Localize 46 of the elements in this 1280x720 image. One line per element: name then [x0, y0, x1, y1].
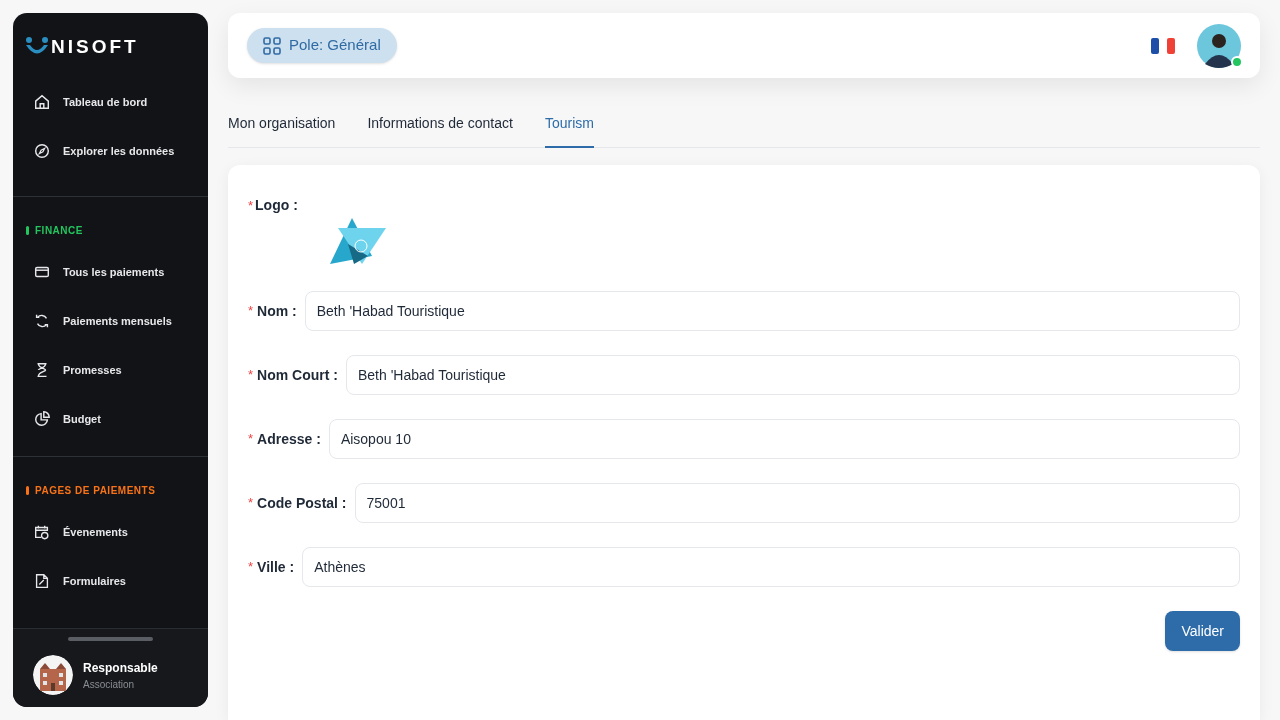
- sidebar-item[interactable]: Formulaires: [23, 562, 198, 600]
- tab[interactable]: Informations de contact: [367, 113, 513, 148]
- required-asterisk: *: [248, 494, 254, 513]
- sidebar-item[interactable]: Budget: [23, 400, 198, 438]
- pie-chart-icon: [33, 410, 51, 428]
- sidebar-item[interactable]: Explorer les données: [23, 132, 198, 170]
- text-input[interactable]: Beth 'Habad Touristique: [304, 291, 1240, 331]
- field-label: Nom :: [257, 301, 297, 321]
- field-label: Ville :: [257, 557, 295, 577]
- field-label: Nom Court :: [257, 365, 338, 385]
- validate-button[interactable]: Valider: [1165, 611, 1240, 651]
- required-asterisk: *: [248, 302, 254, 321]
- required-asterisk: *: [248, 197, 254, 215]
- required-asterisk: *: [248, 558, 254, 577]
- sidebar-item[interactable]: Évenements: [23, 513, 198, 551]
- refresh-icon: [33, 312, 51, 330]
- pole-selector[interactable]: Pole: Général: [247, 28, 397, 63]
- scroll-handle[interactable]: [68, 637, 153, 641]
- text-input[interactable]: 75001: [354, 483, 1240, 523]
- field-label: Adresse :: [257, 429, 321, 449]
- required-asterisk: *: [248, 366, 254, 385]
- brand-name: NISOFT: [51, 35, 139, 59]
- field-label: Logo :: [255, 196, 298, 215]
- sidebar-item[interactable]: Promesses: [23, 351, 198, 389]
- grid-icon: [263, 36, 281, 55]
- sidebar-item[interactable]: Tous les paiements: [23, 253, 198, 291]
- text-input[interactable]: Athènes: [302, 547, 1240, 587]
- text-input[interactable]: Aisopou 10: [328, 419, 1240, 459]
- section-title: PAGES DE PAIEMENTS: [35, 483, 156, 498]
- section-title: FINANCE: [35, 223, 83, 238]
- user-role: Association: [83, 677, 136, 692]
- user-name: Responsable: [83, 659, 158, 677]
- french-flag-icon[interactable]: [1151, 37, 1175, 54]
- sidebar-item[interactable]: Tableau de bord: [23, 83, 198, 121]
- organization-logo: [328, 216, 388, 266]
- home-icon: [33, 93, 51, 111]
- calendar-clock-icon: [33, 523, 51, 541]
- compass-icon: [33, 142, 51, 160]
- document-pen-icon: [33, 572, 51, 590]
- sidebar-item[interactable]: Paiements mensuels: [23, 302, 198, 340]
- avatar[interactable]: [1197, 23, 1241, 68]
- required-asterisk: *: [248, 430, 254, 449]
- field-label: Code Postal :: [257, 493, 347, 513]
- tab[interactable]: Tourism: [544, 113, 594, 148]
- text-input[interactable]: Beth 'Habad Touristique: [345, 355, 1240, 395]
- tab[interactable]: Mon organisation: [228, 113, 336, 148]
